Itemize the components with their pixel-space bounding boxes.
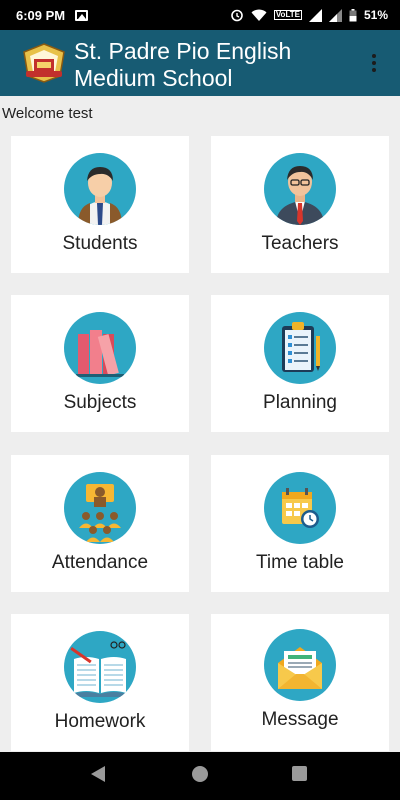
card-label-students: Students — [62, 233, 138, 254]
timetable-card[interactable]: Time table — [211, 455, 389, 592]
attendance-card[interactable]: Attendance — [11, 455, 189, 592]
battery-icon — [349, 8, 357, 21]
card-label-homework: Homework — [54, 711, 146, 732]
teachers-card[interactable]: Teachers — [211, 136, 389, 273]
status-icons: VoLTE 51% — [230, 8, 388, 22]
overflow-menu-icon[interactable] — [362, 51, 386, 75]
volte-badge: VoLTE — [273, 10, 302, 20]
alarm-icon — [231, 9, 243, 22]
message-card[interactable]: Message — [211, 614, 389, 751]
app-title-line-1: St. Padre Pio English — [74, 38, 292, 64]
student-icon — [64, 153, 136, 225]
card-label-subjects: Subjects — [63, 392, 137, 413]
wifi-icon — [251, 9, 267, 21]
clipboard-icon — [264, 312, 336, 384]
system-nav-bar — [0, 752, 400, 800]
status-bar: 6:09 PM VoLTE 51% — [0, 0, 400, 30]
card-label-planning: Planning — [263, 392, 337, 413]
signal-icon-2 — [328, 8, 342, 22]
recents-icon[interactable] — [292, 766, 307, 781]
students-card[interactable]: Students — [11, 136, 189, 273]
planning-card[interactable]: Planning — [211, 295, 389, 432]
attendance-icon — [64, 472, 136, 544]
card-label-teachers: Teachers — [261, 233, 339, 254]
card-label-timetable: Time table — [256, 552, 344, 573]
app-title: St. Padre Pio English Medium School — [74, 38, 344, 92]
card-label-message: Message — [261, 709, 339, 730]
status-time: 6:09 PM — [16, 7, 66, 23]
battery-percent: 51% — [363, 8, 388, 22]
envelope-icon — [264, 629, 336, 701]
teacher-icon — [264, 153, 336, 225]
notebook-icon — [64, 631, 136, 703]
back-icon[interactable] — [91, 766, 105, 782]
gallery-notification-icon — [75, 9, 89, 21]
home-icon[interactable] — [192, 766, 208, 782]
app-title-line-2: Medium School — [74, 65, 233, 91]
signal-icon — [308, 8, 322, 22]
card-label-attendance: Attendance — [51, 552, 149, 573]
subjects-card[interactable]: Subjects — [11, 295, 189, 432]
school-logo-icon — [23, 43, 65, 83]
books-icon — [64, 312, 136, 384]
app-bar: St. Padre Pio English Medium School — [0, 30, 400, 96]
homework-card[interactable]: Homework — [11, 614, 189, 751]
calendar-clock-icon — [264, 472, 336, 544]
welcome-text: Welcome test — [2, 105, 93, 122]
